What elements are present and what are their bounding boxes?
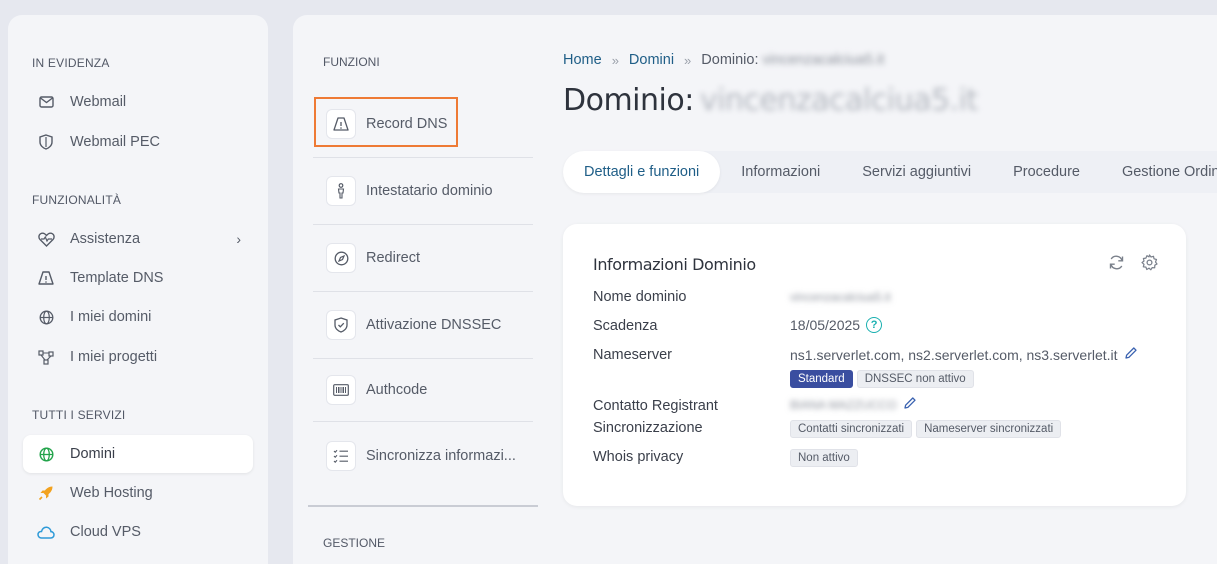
tabs-bar: Dettagli e funzioni Informazioni Servizi…	[563, 151, 1217, 193]
sincronizzazione-badges: Contatti sincronizzati Nameserver sincro…	[790, 420, 1062, 438]
sidebar-item-cloud-vps[interactable]: Cloud VPS	[23, 513, 253, 551]
function-label: Sincronizza informazi...	[366, 447, 516, 464]
contatto-blurred: BIANA MAZZUCCO	[790, 397, 897, 412]
shield-icon	[37, 133, 55, 151]
sidebar-item-label: Webmail	[70, 94, 127, 110]
badge-non-attivo: Non attivo	[790, 449, 858, 467]
sidebar-item-web-hosting[interactable]: Web Hosting	[23, 474, 253, 512]
sidebar-item-label: I miei progetti	[70, 349, 158, 365]
cloud-icon	[37, 523, 55, 541]
nameserver-label: Nameserver	[593, 347, 672, 363]
functions-title: FUNZIONI	[323, 55, 380, 69]
person-icon	[326, 176, 356, 206]
badge-nameserver-sincronizzati: Nameserver sincronizzati	[916, 420, 1062, 438]
whois-privacy-value: Non attivo	[790, 449, 858, 467]
record-dns-highlight	[314, 97, 458, 147]
sidebar-item-label: Web Hosting	[70, 485, 153, 501]
section-title-tutti-servizi: TUTTI I SERVIZI	[32, 408, 126, 422]
tab-informazioni[interactable]: Informazioni	[720, 151, 841, 193]
chevron-right-icon: ›	[236, 231, 241, 247]
card-title: Informazioni Dominio	[593, 255, 756, 274]
function-label: Authcode	[366, 382, 428, 398]
breadcrumb-current-domain-blurred: vincenzacalciua5.it	[762, 52, 885, 68]
function-authcode[interactable]: Authcode	[313, 359, 533, 422]
breadcrumb-domini[interactable]: Domini	[629, 52, 674, 68]
nameserver-list: ns1.serverlet.com, ns2.serverlet.com, ns…	[790, 346, 1118, 363]
tab-procedure[interactable]: Procedure	[992, 151, 1101, 193]
pencil-icon[interactable]	[1124, 346, 1138, 363]
card-actions	[1108, 254, 1158, 276]
sidebar-item-i-miei-progetti[interactable]: I miei progetti	[23, 338, 253, 376]
section-title-funzionalita: FUNZIONALITÀ	[32, 193, 122, 207]
function-sincronizza[interactable]: Sincronizza informazi...	[313, 422, 533, 489]
sidebar-item-webmail-pec[interactable]: Webmail PEC	[23, 123, 253, 161]
function-label: Intestatario dominio	[366, 183, 493, 199]
nameserver-value: ns1.serverlet.com, ns2.serverlet.com, ns…	[790, 346, 1138, 363]
main-panel: FUNZIONI Record DNS Intestatario dominio…	[293, 15, 1217, 564]
sidebar-item-label: Template DNS	[70, 270, 164, 286]
breadcrumb-current: Dominio: vincenzacalciua5.it	[701, 52, 884, 68]
page-title-prefix: Dominio:	[563, 83, 694, 118]
sidebar-item-i-miei-domini[interactable]: I miei domini	[23, 298, 253, 336]
tab-dettagli-funzioni[interactable]: Dettagli e funzioni	[563, 151, 721, 193]
sidebar-item-label: I miei domini	[70, 309, 152, 325]
badge-standard: Standard	[790, 370, 853, 388]
sidebar-item-label: Cloud VPS	[70, 524, 141, 540]
network-icon	[37, 348, 55, 366]
domain-info-card: Informazioni Dominio Nome dominio vincen…	[563, 224, 1186, 506]
badge-contatti-sincronizzati: Contatti sincronizzati	[790, 420, 913, 438]
sidebar-item-webmail[interactable]: Webmail	[23, 83, 253, 121]
gear-icon[interactable]	[1141, 254, 1158, 276]
nameserver-badges: Standard DNSSEC non attivo	[790, 370, 974, 388]
whois-privacy-label: Whois privacy	[593, 449, 684, 465]
shield-check-icon	[326, 310, 356, 340]
breadcrumb-separator: »	[611, 52, 619, 68]
sidebar-item-template-dns[interactable]: Template DNS	[23, 259, 253, 297]
pencil-icon[interactable]	[903, 396, 917, 413]
sidebar-item-label: Assistenza	[70, 231, 141, 247]
gestione-title: GESTIONE	[323, 536, 386, 550]
compass-icon	[326, 243, 356, 273]
heart-pulse-icon	[37, 230, 55, 248]
function-label: Redirect	[366, 250, 420, 266]
breadcrumb-separator: »	[684, 52, 692, 68]
function-intestatario-dominio[interactable]: Intestatario dominio	[313, 158, 533, 225]
scadenza-value: 18/05/2025 ?	[790, 317, 883, 333]
nome-dominio-blurred: vincenzacalciua5.it	[790, 290, 891, 304]
contatto-registrant-label: Contatto Registrant	[593, 398, 718, 414]
breadcrumb-home[interactable]: Home	[563, 52, 602, 68]
scadenza-date: 18/05/2025	[790, 317, 861, 333]
nome-dominio-value: vincenzacalciua5.it	[790, 290, 891, 304]
function-redirect[interactable]: Redirect	[313, 225, 533, 292]
divider	[308, 505, 538, 507]
tab-gestione-ordini[interactable]: Gestione Ordini	[1101, 151, 1217, 193]
sincronizzazione-label: Sincronizzazione	[593, 420, 703, 436]
sidebar: IN EVIDENZA Webmail Webmail PEC FUNZIONA…	[8, 15, 268, 564]
breadcrumb-current-prefix: Dominio:	[701, 52, 759, 68]
envelope-icon	[37, 93, 55, 111]
function-attivazione-dnssec[interactable]: Attivazione DNSSEC	[313, 292, 533, 359]
globe-icon	[37, 308, 55, 326]
tab-servizi-aggiuntivi[interactable]: Servizi aggiuntivi	[841, 151, 992, 193]
rocket-icon	[37, 484, 55, 502]
sidebar-item-assistenza[interactable]: Assistenza ›	[23, 220, 253, 258]
help-icon[interactable]: ?	[866, 317, 883, 333]
warning-triangle-icon	[37, 269, 55, 287]
barcode-icon	[326, 375, 356, 405]
function-label: Attivazione DNSSEC	[366, 317, 502, 333]
sidebar-item-label: Webmail PEC	[70, 134, 160, 150]
globe-icon	[37, 445, 55, 463]
contatto-registrant-value: BIANA MAZZUCCO	[790, 396, 917, 413]
refresh-icon[interactable]	[1108, 254, 1125, 276]
nome-dominio-label: Nome dominio	[593, 289, 687, 305]
breadcrumb: Home » Domini » Dominio: vincenzacalciua…	[563, 52, 884, 68]
page-title-domain-blurred: vincenzacalciua5.it	[699, 83, 978, 118]
sidebar-item-label: Domini	[70, 446, 116, 462]
checklist-icon	[326, 440, 356, 471]
page-title: Dominio: vincenzacalciua5.it	[563, 83, 978, 118]
section-title-in-evidenza: IN EVIDENZA	[32, 56, 110, 70]
scadenza-label: Scadenza	[593, 318, 658, 334]
badge-dnssec: DNSSEC non attivo	[856, 370, 974, 388]
sidebar-item-domini[interactable]: Domini	[23, 435, 253, 473]
